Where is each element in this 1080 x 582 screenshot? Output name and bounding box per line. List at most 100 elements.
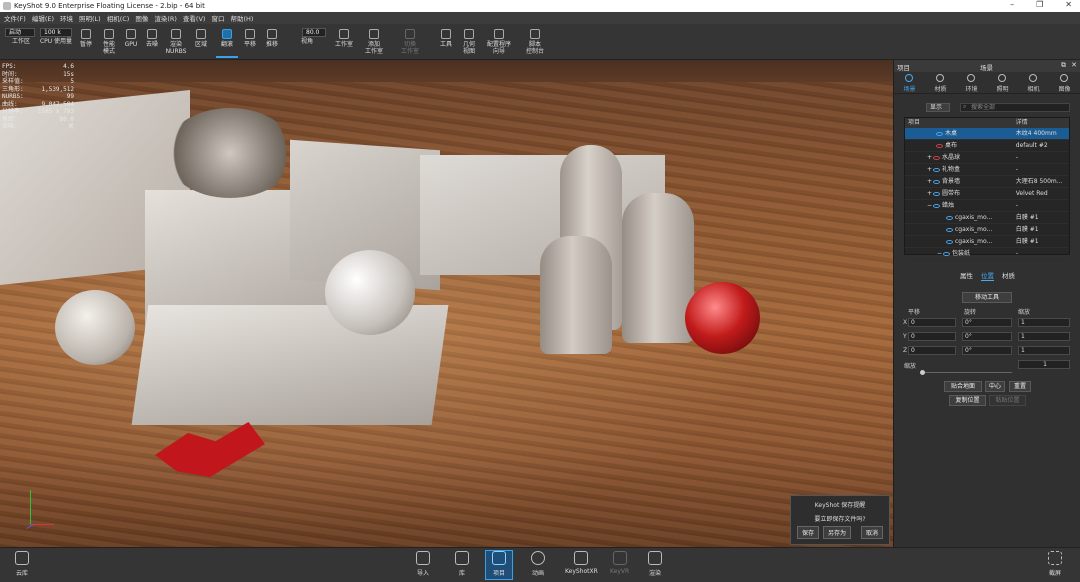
subtab-position[interactable]: 位置 xyxy=(981,270,994,281)
uniform-scale-input[interactable]: 1 xyxy=(1018,360,1070,369)
keyvr-button[interactable]: KeyVR xyxy=(610,551,629,575)
tree-row[interactable]: 木桌 木纹4 400mm xyxy=(905,128,1069,140)
snap-to-ground-button[interactable]: 贴合地面 xyxy=(944,381,982,392)
add-studio-button[interactable]: 添加 工作室 xyxy=(360,26,388,58)
library-button[interactable]: 库 xyxy=(455,551,469,577)
menu-camera[interactable]: 相机(C) xyxy=(107,13,130,23)
menu-edit[interactable]: 编辑(E) xyxy=(32,13,54,23)
switch-studio-button[interactable]: 切换 工作室 xyxy=(396,26,424,58)
maximize-icon[interactable]: ❐ xyxy=(1036,0,1043,9)
menu-render[interactable]: 渲染(R) xyxy=(154,13,177,23)
menu-lighting[interactable]: 照明(L) xyxy=(79,13,101,23)
hidden-eye-icon[interactable] xyxy=(936,143,943,148)
close-icon[interactable]: ✕ xyxy=(1065,0,1072,9)
performance-mode-button[interactable]: 性能 模式 xyxy=(97,26,121,58)
pause-button[interactable]: 暂停 xyxy=(76,26,96,58)
focal-length-input[interactable]: 80.0 xyxy=(302,28,326,37)
tree-row[interactable]: + 礼物盒 - xyxy=(905,164,1069,176)
keyshotxr-button[interactable]: KeyShotXR xyxy=(565,551,598,575)
rotate-y-input[interactable]: 0° xyxy=(962,332,1012,341)
tree-row[interactable]: + 圆带布 Velvet Red xyxy=(905,188,1069,200)
menu-file[interactable]: 文件(F) xyxy=(4,13,26,23)
minimize-icon[interactable]: – xyxy=(1010,0,1014,9)
render-nurbs-button[interactable]: 渲染 NURBS xyxy=(163,26,189,58)
script-console-button[interactable]: 脚本 控制台 xyxy=(522,26,548,58)
save-as-button[interactable]: 另存为 xyxy=(823,526,852,539)
mode-select[interactable]: 启动 xyxy=(5,28,35,37)
visibility-eye-icon[interactable] xyxy=(933,167,941,172)
save-button[interactable]: 保存 xyxy=(797,526,820,539)
scale-slider-track[interactable] xyxy=(922,372,1012,373)
nurbs-icon xyxy=(171,29,181,39)
subtab-material[interactable]: 材质 xyxy=(1002,270,1015,281)
visibility-eye-icon[interactable] xyxy=(933,191,941,196)
tree-row[interactable]: 桌布 default #2 xyxy=(905,140,1069,152)
translate-y-input[interactable]: 0 xyxy=(908,332,956,341)
visibility-eye-icon[interactable] xyxy=(943,251,951,256)
render-button[interactable]: 渲染 xyxy=(648,551,662,577)
menu-help[interactable]: 帮助(H) xyxy=(230,13,253,23)
dolly-button[interactable]: 推移 xyxy=(262,26,282,58)
move-tool-button[interactable]: 移动工具 xyxy=(962,292,1012,303)
tree-row[interactable]: + 水晶球 - xyxy=(905,152,1069,164)
hidden-eye-icon[interactable] xyxy=(933,155,941,160)
cancel-button[interactable]: 取消 xyxy=(861,526,884,539)
subtab-properties[interactable]: 属性 xyxy=(960,270,973,281)
menu-environment[interactable]: 环境 xyxy=(60,13,73,23)
visibility-eye-icon[interactable] xyxy=(936,131,943,136)
gpu-button[interactable]: GPU xyxy=(122,26,140,58)
center-button[interactable]: 中心 xyxy=(985,381,1005,392)
tumble-button[interactable]: 翻滚 xyxy=(216,26,238,58)
visibility-eye-icon[interactable] xyxy=(946,227,953,232)
search-input[interactable]: 搜索全部 xyxy=(960,103,1070,112)
tree-row[interactable]: + 背景墙 大理石8 500m... xyxy=(905,176,1069,188)
scale-x-input[interactable]: 1 xyxy=(1018,318,1070,327)
rotate-z-input[interactable]: 0° xyxy=(962,346,1012,355)
denoise-button[interactable]: 去噪 xyxy=(142,26,162,58)
visibility-eye-icon[interactable] xyxy=(946,239,953,244)
visibility-eye-icon[interactable] xyxy=(946,215,953,220)
screenshot-button[interactable]: 截屏 xyxy=(1048,551,1062,577)
scale-z-input[interactable]: 1 xyxy=(1018,346,1070,355)
menu-window[interactable]: 窗口 xyxy=(211,13,224,23)
tab-material[interactable]: 材质 xyxy=(934,74,947,93)
copy-position-button[interactable]: 复制位置 xyxy=(949,395,986,406)
tree-row[interactable]: cgaxis_mo... 白膜 #1 xyxy=(905,236,1069,248)
studio-button[interactable]: 工作室 xyxy=(330,26,358,58)
scale-slider-handle[interactable] xyxy=(920,370,925,375)
tree-row[interactable]: − 蜡烛 - xyxy=(905,200,1069,212)
tools-button[interactable]: 工具 xyxy=(436,26,456,58)
visibility-eye-icon[interactable] xyxy=(933,203,941,208)
tree-row[interactable]: cgaxis_mo... 白膜 #1 xyxy=(905,224,1069,236)
configurator-wizard-button[interactable]: 配置程序 向导 xyxy=(482,26,516,58)
menu-image[interactable]: 图像 xyxy=(135,13,148,23)
tab-lighting[interactable]: 照明 xyxy=(996,74,1009,93)
project-button[interactable]: 项目 xyxy=(485,550,513,580)
tab-camera[interactable]: 相机 xyxy=(1027,74,1040,93)
rotate-x-input[interactable]: 0° xyxy=(962,318,1012,327)
tab-image[interactable]: 图像 xyxy=(1058,74,1071,93)
tree-row[interactable]: cgaxis_mo... 白膜 #1 xyxy=(905,212,1069,224)
region-button[interactable]: 区域 xyxy=(190,26,212,58)
import-button[interactable]: 导入 xyxy=(416,551,430,577)
paste-position-button[interactable]: 粘贴位置 xyxy=(989,395,1026,406)
cloud-library-button[interactable]: 云库 xyxy=(15,551,29,577)
render-viewport[interactable] xyxy=(0,60,893,547)
translate-x-input[interactable]: 0 xyxy=(908,318,956,327)
scale-y-input[interactable]: 1 xyxy=(1018,332,1070,341)
visibility-eye-icon[interactable] xyxy=(933,179,941,184)
cpu-select[interactable]: 100 k xyxy=(40,28,72,37)
menu-view[interactable]: 查看(V) xyxy=(183,13,206,23)
axis-z-label: Z xyxy=(903,347,908,354)
pan-button[interactable]: 平移 xyxy=(240,26,260,58)
animation-button[interactable]: 动画 xyxy=(531,551,545,577)
reset-button[interactable]: 重置 xyxy=(1009,381,1031,392)
panel-close-icon[interactable]: ✕ xyxy=(1071,61,1077,69)
tree-row[interactable]: − 包装纸 - xyxy=(905,248,1069,260)
panel-float-icon[interactable]: ⧉ xyxy=(1061,61,1066,70)
tab-scene[interactable]: 场景 xyxy=(903,74,916,93)
tab-environment[interactable]: 环境 xyxy=(965,74,978,93)
translate-z-input[interactable]: 0 xyxy=(908,346,956,355)
show-select[interactable]: 显示 xyxy=(926,103,950,112)
geometry-view-button[interactable]: 几何 视图 xyxy=(458,26,480,58)
